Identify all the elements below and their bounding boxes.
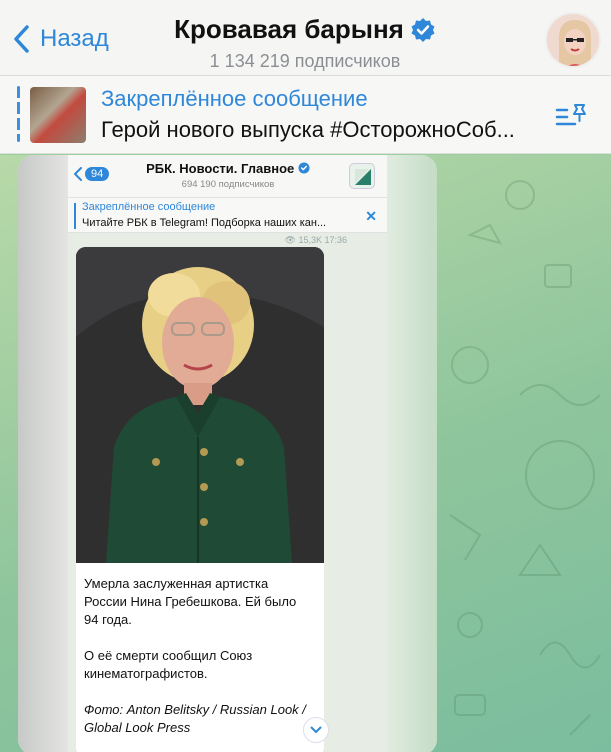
chat-header: Назад Кровавая барыня 1 134 219 подписчи… xyxy=(0,0,611,76)
pinned-message-bar[interactable]: Закреплённое сообщение Герой нового выпу… xyxy=(0,76,611,154)
embedded-subscriber-count: 694 190 подписчиков xyxy=(181,179,275,190)
avatar-illustration xyxy=(547,14,599,66)
embedded-view-count: 👁 15,3K 17:36 xyxy=(284,235,347,245)
close-icon: ✕ xyxy=(365,208,377,224)
pinned-thumbnail xyxy=(30,87,86,143)
embedded-channel-name: РБК. Новости. Главное xyxy=(146,161,295,176)
message-paragraph: Умерла заслуженная артистка России Нина … xyxy=(84,576,297,627)
forwarded-screenshot-bubble[interactable]: 94 РБК. Новости. Главное 694 190 подписч… xyxy=(18,155,437,752)
verified-icon xyxy=(411,17,435,42)
embedded-pinned-indicator xyxy=(74,203,76,229)
channel-name: Кровавая барыня xyxy=(174,14,404,44)
embedded-message-text: Умерла заслуженная артистка России Нина … xyxy=(84,575,314,752)
embedded-pinned-text: Читайте РБК в Telegram! Подборка наших к… xyxy=(82,217,327,229)
back-button[interactable]: Назад xyxy=(12,24,109,54)
embedded-meta-text: 15,3K 17:36 xyxy=(298,235,347,245)
embedded-back: 94 xyxy=(74,167,110,181)
embedded-header: 94 РБК. Новости. Главное 694 190 подписч… xyxy=(68,155,387,197)
embedded-pinned-title: Закреплённое сообщение xyxy=(82,201,216,213)
embedded-chevron-left-icon xyxy=(74,167,82,181)
embedded-channel-title: РБК. Новости. Главное xyxy=(128,161,328,176)
back-label: Назад xyxy=(40,25,109,52)
embedded-verified-icon xyxy=(298,162,310,174)
blurred-edge-left xyxy=(18,155,68,752)
embedded-avatar xyxy=(349,163,375,189)
chat-area[interactable]: 94 РБК. Новости. Главное 694 190 подписч… xyxy=(0,155,611,752)
pinned-text: Герой нового выпуска #ОсторожноСоб... xyxy=(101,117,515,142)
pinned-title: Закреплённое сообщение xyxy=(101,86,368,111)
channel-title-area[interactable]: Кровавая барыня 1 134 219 подписчиков xyxy=(130,14,480,72)
embedded-message: Умерла заслуженная артистка России Нина … xyxy=(76,247,324,752)
embedded-pinned-bar: Закреплённое сообщение Читайте РБК в Tel… xyxy=(68,197,387,233)
channel-title: Кровавая барыня xyxy=(174,14,436,45)
subscriber-count: 1 134 219 подписчиков xyxy=(209,51,401,71)
pinned-list-icon[interactable] xyxy=(555,102,589,130)
chevron-down-icon xyxy=(303,717,329,743)
message-paragraph: О её смерти сообщил Союз кинематографист… xyxy=(84,648,253,681)
channel-avatar[interactable] xyxy=(545,12,601,68)
message-photo xyxy=(76,247,324,563)
chevron-left-icon xyxy=(14,25,29,53)
blurred-edge-right xyxy=(387,155,437,752)
pinned-indicator xyxy=(17,86,20,142)
embedded-unread-badge: 94 xyxy=(85,167,110,181)
embedded-logo xyxy=(355,169,371,185)
photo-credit: Фото: Anton Belitsky / Russian Look / Gl… xyxy=(84,702,306,735)
portrait-illustration xyxy=(76,247,324,563)
embedded-screenshot: 94 РБК. Новости. Главное 694 190 подписч… xyxy=(68,155,387,752)
